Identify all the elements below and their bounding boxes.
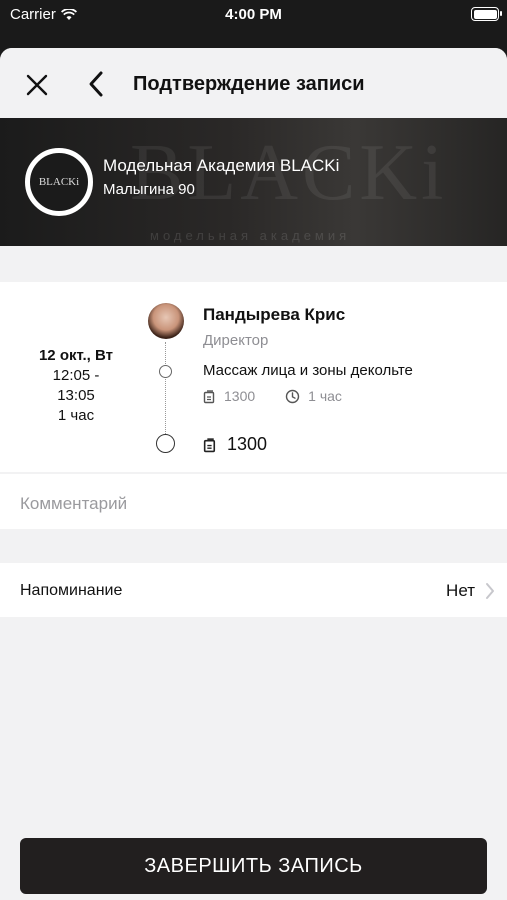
battery-icon bbox=[471, 7, 502, 21]
master-role: Директор bbox=[203, 332, 269, 349]
close-icon[interactable] bbox=[22, 70, 52, 100]
service-meta: 1300 1 час bbox=[203, 388, 342, 404]
booking-total-amount: 1300 bbox=[227, 434, 268, 454]
service-duration: 1 час bbox=[308, 388, 342, 404]
booking-details: 12 окт., Вт 12:05 - 13:05 1 час Пандырев… bbox=[0, 282, 507, 472]
chevron-right-icon bbox=[486, 583, 494, 599]
clock-icon bbox=[285, 389, 300, 403]
salon-logo-text: BLACKi bbox=[38, 176, 80, 188]
salon-banner: BLACKi модельная академия BLACKi Модельн… bbox=[0, 118, 507, 246]
booking-confirmation-sheet: Подтверждение записи BLACKi модельная ак… bbox=[0, 48, 507, 900]
finish-booking-button[interactable]: ЗАВЕРШИТЬ ЗАПИСЬ bbox=[20, 838, 487, 894]
booking-duration: 1 час bbox=[57, 407, 95, 424]
timeline-line bbox=[165, 342, 166, 442]
status-bar: Carrier 4:00 PM bbox=[0, 0, 507, 30]
service-price: 1300 bbox=[224, 388, 256, 404]
clock: 4:00 PM bbox=[225, 6, 282, 23]
booking-datetime: 12 окт., Вт 12:05 - 13:05 1 час bbox=[20, 346, 132, 426]
booking-time-end: 13:05 bbox=[57, 387, 95, 404]
comment-field[interactable]: Комментарий bbox=[0, 474, 507, 529]
comment-placeholder: Комментарий bbox=[20, 494, 128, 513]
back-chevron-icon[interactable] bbox=[82, 68, 112, 100]
master-avatar bbox=[148, 303, 184, 339]
timeline-service-dot bbox=[159, 365, 172, 378]
salon-address: Малыгина 90 bbox=[103, 181, 195, 198]
salon-logo: BLACKi bbox=[25, 148, 93, 216]
master-name: Пандырева Крис bbox=[203, 305, 346, 324]
banner-watermark-sub: модельная академия bbox=[150, 228, 351, 243]
booking-total: 1300 bbox=[203, 434, 267, 455]
price-tag-icon bbox=[203, 389, 215, 403]
booking-date: 12 окт., Вт bbox=[38, 347, 114, 364]
reminder-label: Напоминание bbox=[20, 582, 123, 599]
booking-time-start: 12:05 - bbox=[52, 367, 100, 384]
page-title: Подтверждение записи bbox=[133, 73, 365, 95]
reminder-value: Нет bbox=[446, 581, 475, 600]
reminder-row[interactable]: Напоминание Нет bbox=[0, 563, 507, 617]
timeline-total-dot bbox=[156, 434, 175, 453]
navigation-bar: Подтверждение записи bbox=[0, 48, 507, 118]
salon-name: Модельная Академия BLACKi bbox=[103, 156, 340, 175]
service-name: Массаж лица и зоны декольте bbox=[203, 362, 413, 379]
price-tag-icon bbox=[203, 437, 216, 452]
